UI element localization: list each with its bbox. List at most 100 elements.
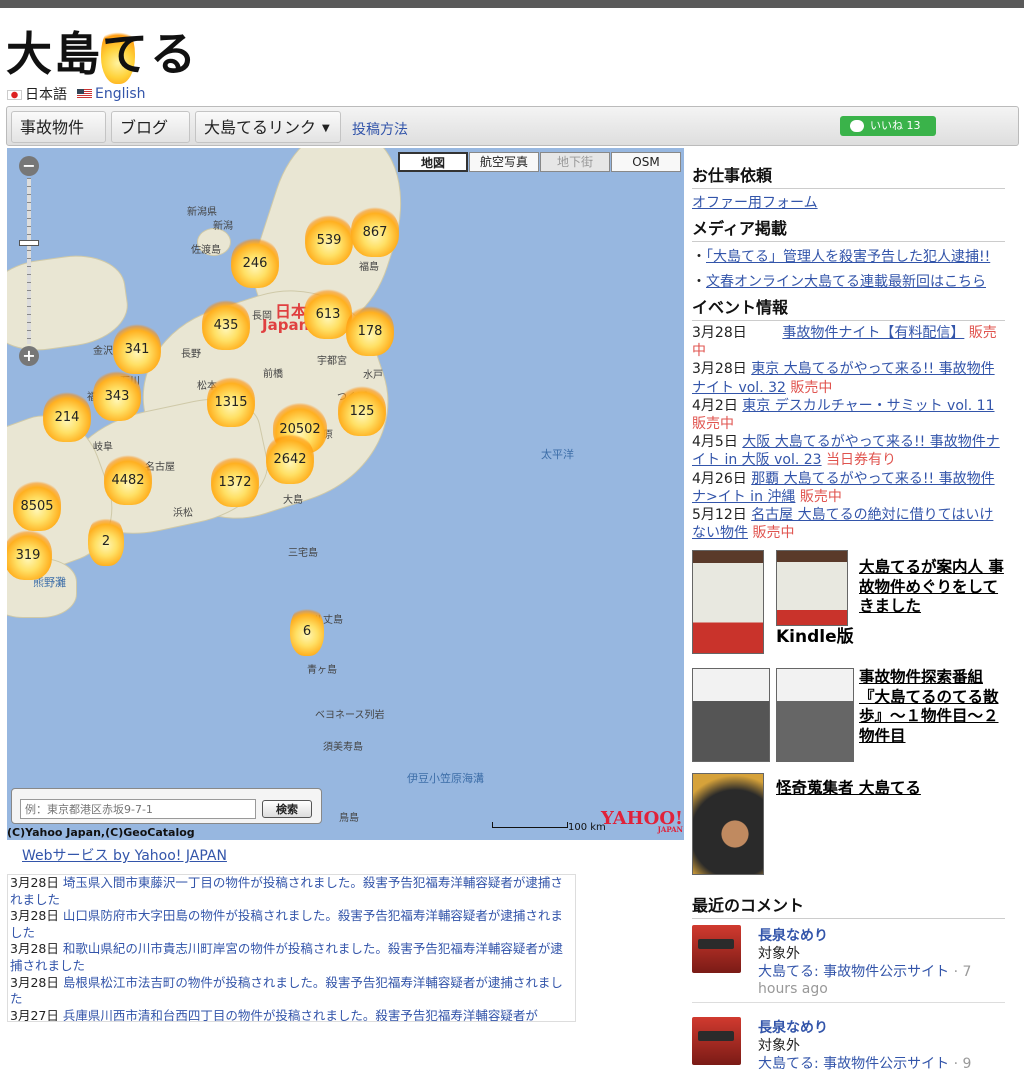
video-cover-2[interactable] bbox=[776, 668, 854, 762]
news-date: 3月27日 bbox=[10, 1007, 59, 1022]
zoom-control[interactable]: − + bbox=[19, 156, 39, 366]
event-date: 3月28日 bbox=[692, 361, 747, 378]
events-title: イベント情報 bbox=[692, 294, 1005, 321]
comment-text: 対象外 bbox=[758, 1038, 800, 1054]
place-label: 青ヶ島 bbox=[307, 665, 337, 676]
book-cover-1[interactable] bbox=[692, 550, 764, 654]
event-link[interactable]: 東京 デスカルチャー・サミット vol. 11 bbox=[742, 398, 994, 414]
comment-author[interactable]: 長泉なめり bbox=[758, 925, 828, 945]
map-search-input[interactable] bbox=[20, 799, 256, 819]
media-link[interactable]: 「大島てる」管理人を殺害予告した犯人逮捕!! bbox=[706, 249, 990, 265]
cluster-marker[interactable]: 319 bbox=[7, 528, 52, 580]
place-label: 岐阜 bbox=[93, 442, 113, 453]
nav-links-dropdown[interactable]: 大島てるリンク ▼ bbox=[195, 111, 341, 143]
cluster-marker[interactable]: 867 bbox=[351, 205, 399, 257]
place-label: 水戸 bbox=[363, 370, 383, 381]
post-method-link[interactable]: 投稿方法 bbox=[352, 119, 408, 139]
map-type-underground[interactable]: 地下街 bbox=[540, 152, 610, 172]
news-item: 3月28日 埼玉県入間市東藤沢一丁目の物件が投稿されました。殺害予告犯福寿洋輔容… bbox=[10, 875, 573, 908]
cluster-marker[interactable]: 246 bbox=[231, 236, 279, 288]
logo-text: 大島てる bbox=[6, 27, 198, 81]
cluster-marker[interactable]: 178 bbox=[346, 304, 394, 356]
site-logo[interactable]: 大島てる bbox=[6, 14, 206, 84]
comment-time: · 9 bbox=[953, 1056, 972, 1072]
place-label: 福島 bbox=[359, 262, 379, 273]
offer-form-link[interactable]: オファー用フォーム bbox=[692, 192, 1005, 212]
place-label: 新潟県 bbox=[187, 207, 217, 218]
media-link[interactable]: 文春オンライン大島てる連載最新回はこちら bbox=[706, 274, 986, 290]
yahoo-logo[interactable]: YAHOO! JAPAN bbox=[601, 808, 683, 834]
news-link[interactable]: 島根県松江市法吉町の物件が投稿されました。殺害予告犯福寿洋輔容疑者が逮捕されまし… bbox=[10, 975, 563, 1007]
avatar[interactable] bbox=[692, 1017, 741, 1065]
cluster-marker[interactable]: 2 bbox=[88, 514, 124, 566]
news-link[interactable]: 埼玉県入間市東藤沢一丁目の物件が投稿されました。殺害予告犯福寿洋輔容疑者が逮捕さ… bbox=[10, 875, 563, 907]
event-link[interactable]: 事故物件ナイト【有料配信】 bbox=[782, 325, 964, 341]
language-switcher: 日本語 English bbox=[7, 84, 146, 104]
map-type-aerial[interactable]: 航空写真 bbox=[469, 152, 539, 172]
zoom-out-icon[interactable]: − bbox=[19, 156, 39, 176]
news-item: 3月27日 兵庫県川西市清和台西四丁目の物件が投稿されました。殺害予告犯福寿洋輔… bbox=[10, 1007, 573, 1022]
comment-text: 対象外 bbox=[758, 946, 800, 962]
cluster-marker[interactable]: 539 bbox=[305, 213, 353, 265]
event-item: 4月2日 東京 デスカルチャー・サミット vol. 11 販売中 bbox=[692, 397, 1005, 433]
cluster-marker[interactable]: 8505 bbox=[13, 479, 61, 531]
zoom-track[interactable] bbox=[27, 178, 31, 344]
event-item: 3月28日 事故物件ナイト【有料配信】 販売中 bbox=[692, 324, 1005, 360]
lang-en[interactable]: English bbox=[77, 86, 146, 102]
news-link[interactable]: 山口県防府市大字田島の物件が投稿されました。殺害予告犯福寿洋輔容疑者が逮捕されま… bbox=[10, 908, 563, 940]
cluster-marker[interactable]: 341 bbox=[113, 322, 161, 374]
cluster-marker[interactable]: 125 bbox=[338, 384, 386, 436]
line-icon bbox=[850, 120, 864, 132]
zoom-in-icon[interactable]: + bbox=[19, 346, 39, 366]
news-date: 3月28日 bbox=[10, 908, 59, 924]
japan-label-en: Japan bbox=[262, 316, 310, 334]
cluster-marker[interactable]: 2642 bbox=[266, 432, 314, 484]
nav-blog-dropdown[interactable]: ブログ▼ bbox=[111, 111, 190, 166]
cluster-marker[interactable]: 435 bbox=[202, 298, 250, 350]
incident-map[interactable]: − + 地図 航空写真 地下街 OSM 佐渡島 新潟 長岡 金沢 長野 松本 前… bbox=[7, 148, 684, 840]
place-label: 前橋 bbox=[263, 369, 283, 380]
comment-source-link[interactable]: 大島てる: 事故物件公示サイト bbox=[758, 1056, 949, 1072]
avatar[interactable] bbox=[692, 925, 741, 973]
place-label: 三宅島 bbox=[288, 548, 318, 559]
event-date: 3月28日 bbox=[692, 325, 747, 341]
cluster-marker[interactable]: 6 bbox=[290, 604, 324, 656]
book-1-title[interactable]: 大島てるが案内人 事故物件めぐりをしてきました bbox=[859, 558, 1004, 617]
video-cover-1[interactable] bbox=[692, 668, 770, 762]
book-cover-3[interactable] bbox=[692, 773, 764, 875]
lang-ja[interactable]: 日本語 bbox=[7, 84, 67, 104]
event-status: 販売中 bbox=[692, 416, 734, 433]
book-3-title[interactable]: 怪奇蒐集者 大島てる bbox=[776, 779, 1004, 799]
line-like-button[interactable]: いいね 13 bbox=[840, 116, 936, 136]
cluster-marker[interactable]: 214 bbox=[43, 390, 91, 442]
nav-jiko-bukken-dropdown[interactable]: 事故物件▼ bbox=[11, 111, 106, 166]
cluster-marker[interactable]: 4482 bbox=[104, 453, 152, 505]
comment-item: 長泉なめり 対象外 大島てる: 事故物件公示サイト · 9 bbox=[692, 1017, 1005, 1074]
cluster-marker[interactable]: 613 bbox=[304, 287, 352, 339]
comment-source-link[interactable]: 大島てる: 事故物件公示サイト bbox=[758, 964, 949, 980]
sidebar-work: お仕事依頼 オファー用フォーム bbox=[692, 162, 1005, 212]
webservice-credit-link[interactable]: Webサービス by Yahoo! JAPAN bbox=[22, 845, 227, 865]
comment-source-line: 大島てる: 事故物件公示サイト · 7 hours ago bbox=[758, 961, 1005, 997]
map-type-osm[interactable]: OSM bbox=[611, 152, 681, 172]
news-link[interactable]: 兵庫県川西市清和台西四丁目の物件が投稿されました。殺害予告犯福寿洋輔容疑者が bbox=[63, 1008, 538, 1021]
book-cover-1-kindle[interactable] bbox=[776, 550, 848, 626]
news-link[interactable]: 和歌山県紀の川市貴志川町岸宮の物件が投稿されました。殺害予告犯福寿洋輔容疑者が逮… bbox=[10, 941, 563, 973]
media-item: ・「大島てる」管理人を殺害予告した犯人逮捕!! bbox=[692, 249, 991, 265]
map-type-map[interactable]: 地図 bbox=[398, 152, 468, 172]
cluster-marker[interactable]: 1372 bbox=[211, 455, 259, 507]
map-search-button[interactable]: 検索 bbox=[262, 800, 312, 818]
place-label: 大島 bbox=[283, 495, 303, 506]
zoom-slider-handle[interactable] bbox=[19, 240, 39, 246]
cluster-marker[interactable]: 343 bbox=[93, 369, 141, 421]
cluster-marker[interactable]: 1315 bbox=[207, 375, 255, 427]
top-bar bbox=[0, 0, 1024, 8]
event-status: 当日券有り bbox=[826, 452, 897, 469]
sea-label: 伊豆小笠原海溝 bbox=[407, 772, 484, 785]
video-title[interactable]: 事故物件探索番組『大島てるのてる散歩』～１物件目～２物件目 bbox=[859, 668, 1004, 746]
map-address-search: 検索 bbox=[11, 788, 322, 824]
place-label: 鳥島 bbox=[339, 813, 359, 824]
map-scale-bar bbox=[492, 822, 568, 828]
nav-item-label: 大島てるリンク bbox=[204, 118, 317, 137]
comment-author[interactable]: 長泉なめり bbox=[758, 1017, 828, 1037]
